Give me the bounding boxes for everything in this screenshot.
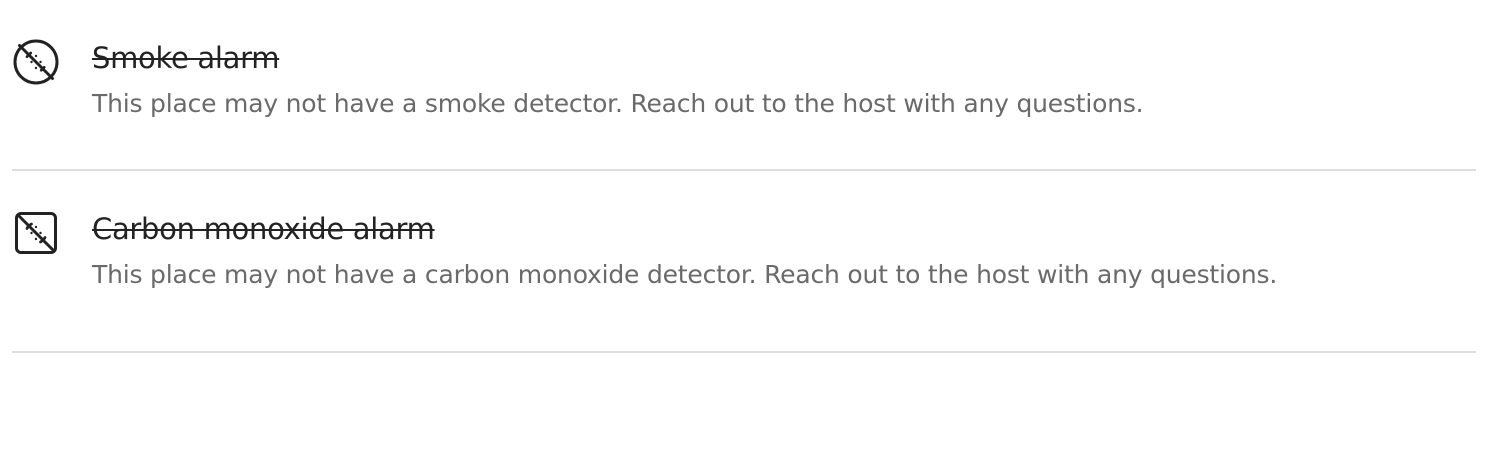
amenity-item-carbon-monoxide-alarm: Carbon monoxide alarm This place may not… xyxy=(12,171,1476,353)
amenity-title: Smoke alarm xyxy=(92,41,280,75)
amenity-title: Carbon monoxide alarm xyxy=(92,212,435,246)
amenity-item-smoke-alarm: Smoke alarm This place may not have a sm… xyxy=(12,0,1476,171)
smoke-alarm-off-icon xyxy=(12,38,60,86)
amenity-description: This place may not have a carbon monoxid… xyxy=(92,260,1278,289)
unavailable-amenities-list: Smoke alarm This place may not have a sm… xyxy=(12,0,1476,353)
amenity-description: This place may not have a smoke detector… xyxy=(92,89,1144,118)
carbon-monoxide-alarm-off-icon xyxy=(12,209,60,257)
